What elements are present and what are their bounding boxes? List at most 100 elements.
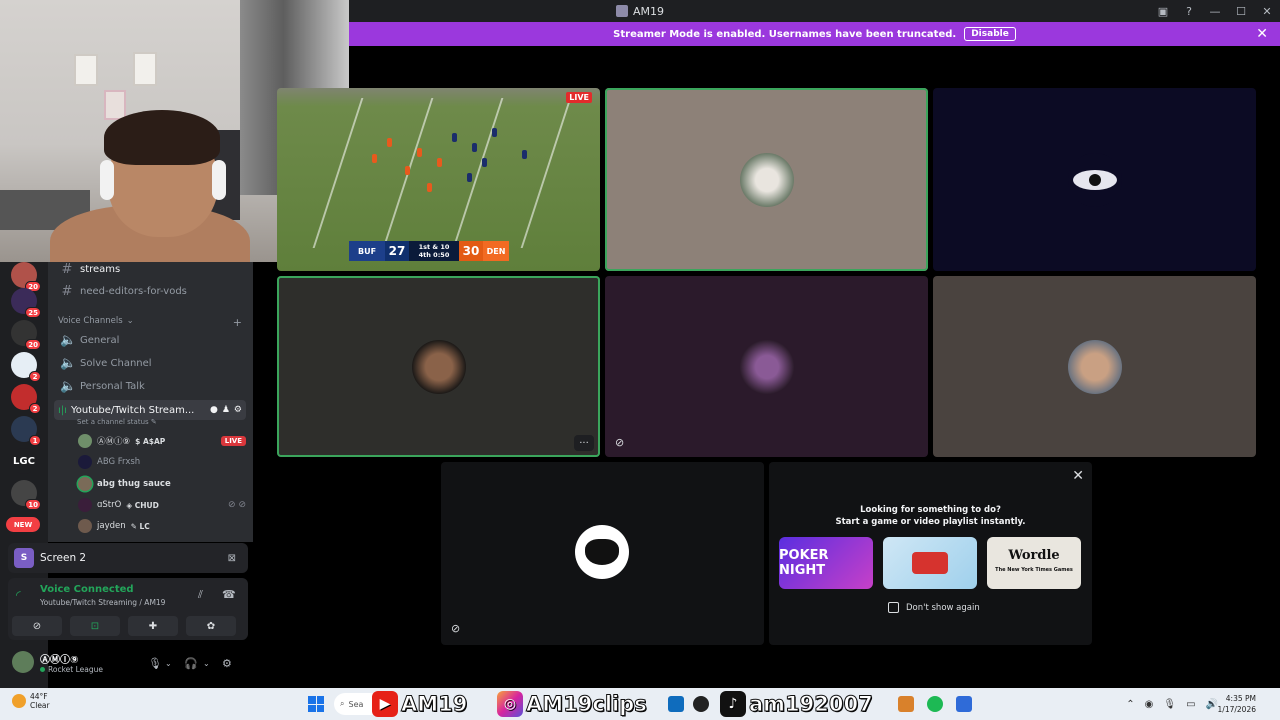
member-activity: $ A$AP xyxy=(135,436,166,446)
member-name: ɑStrO xyxy=(97,500,122,510)
participant-tile[interactable]: ··· xyxy=(277,276,600,457)
dont-show-checkbox[interactable] xyxy=(888,602,899,613)
add-channel-icon[interactable]: + xyxy=(233,316,242,329)
disconnect-icon[interactable]: ☎ xyxy=(222,588,236,601)
channel-streams[interactable]: # streams xyxy=(56,259,246,279)
user-name[interactable]: ⒶⓂⒾ⑨ xyxy=(40,651,78,666)
chevron-up-icon[interactable]: ⌃ xyxy=(1126,699,1134,710)
screen-share-panel[interactable]: S Screen 2 ⊠ xyxy=(8,543,248,573)
voice-member[interactable]: abg thug sauce xyxy=(78,475,246,493)
mention-badge: 1 xyxy=(29,435,41,446)
search-label: Sea xyxy=(348,699,364,709)
gear-icon[interactable]: ⚙ xyxy=(234,405,242,415)
server-icon[interactable]: 2 xyxy=(11,384,41,414)
screen-share-button[interactable]: ⊡ xyxy=(70,616,120,636)
game-card-wordle[interactable]: Wordle The New York Times Games xyxy=(987,537,1081,589)
soundboard-button[interactable]: ✿ xyxy=(186,616,236,636)
server-icon[interactable]: LGC xyxy=(11,448,37,474)
server-icon[interactable]: 20 xyxy=(11,262,41,292)
chevron-down-icon[interactable]: ⌄ xyxy=(203,659,210,668)
server-icon[interactable]: 25 xyxy=(11,288,41,318)
participant-tile[interactable] xyxy=(933,88,1256,271)
maximize-button[interactable]: ☐ xyxy=(1228,0,1254,22)
camera-toggle-button[interactable]: ⊘ xyxy=(12,616,62,636)
home-team: BUF xyxy=(349,241,385,261)
dont-show-again[interactable]: Don't show again xyxy=(888,602,980,613)
voice-member[interactable]: jayden ✎ LC xyxy=(78,517,246,535)
voice-member[interactable]: ɑStrO ◈ CHUD ⊘ ⊘ xyxy=(78,496,246,514)
app-icon[interactable] xyxy=(668,696,684,712)
tray-app-icon[interactable]: ◉ xyxy=(1145,699,1154,710)
volume-icon[interactable]: 🔊 xyxy=(1206,699,1218,710)
clock-date: 1/17/2026 xyxy=(1217,705,1256,714)
away-team: DEN xyxy=(483,241,509,261)
player xyxy=(482,158,487,167)
voice-channel-personal[interactable]: 🔈 Personal Talk xyxy=(56,376,246,396)
minimize-button[interactable]: — xyxy=(1202,0,1228,22)
clock[interactable]: 4:35 PM 1/17/2026 xyxy=(1218,693,1256,715)
server-icon[interactable]: 2 xyxy=(11,352,41,382)
invite-icon[interactable]: ♟ xyxy=(222,405,230,415)
network-icon[interactable]: ▭ xyxy=(1186,699,1195,710)
channel-status[interactable]: Set a channel status ✎ xyxy=(77,418,157,426)
headphones-icon[interactable]: 🎧 xyxy=(184,657,198,670)
weather-widget[interactable]: 44°F Clear xyxy=(12,692,50,710)
user-panel: ⒶⓂⒾ⑨ Rocket League 🎙 ⌄ 🎧 ⌄ ⚙ xyxy=(8,645,248,683)
channel-need-editors[interactable]: # need-editors-for-vods xyxy=(56,281,246,301)
avatar xyxy=(78,498,92,512)
game-card-poker-night[interactable]: POKER NIGHT xyxy=(779,537,873,589)
disable-streamer-mode-button[interactable]: Disable xyxy=(964,27,1016,41)
member-name: abg thug sauce xyxy=(97,479,171,489)
member-name: ABG Frxsh xyxy=(97,457,141,467)
more-options-button[interactable]: ··· xyxy=(574,435,594,451)
voice-channel-solve[interactable]: 🔈 Solve Channel xyxy=(56,353,246,373)
game-card-2[interactable] xyxy=(883,537,977,589)
channel-name: need-editors-for-vods xyxy=(80,285,187,297)
system-tray: ⌃ ◉ 🎙 ▭ 🔊 xyxy=(1126,688,1218,720)
server-icon[interactable]: 20 xyxy=(11,320,41,350)
voice-category[interactable]: Voice Channels ⌄ + xyxy=(58,316,242,329)
server-icon[interactable]: 10 xyxy=(11,480,41,510)
participant-tile[interactable] xyxy=(605,88,928,271)
help-icon[interactable]: ? xyxy=(1176,0,1202,22)
mention-badge: 20 xyxy=(25,339,41,350)
game-clock: 4th 0:50 xyxy=(419,251,450,259)
voice-channel-general[interactable]: 🔈 General xyxy=(56,330,246,350)
chat-icon[interactable]: ● xyxy=(210,405,218,415)
app-icon[interactable] xyxy=(956,696,972,712)
wordle-subtitle: The New York Times Games xyxy=(995,567,1073,573)
player xyxy=(467,173,472,182)
signal-icon[interactable]: ◜ xyxy=(16,588,21,602)
scorebug: BUF 27 1st & 10 4th 0:50 30 DEN xyxy=(349,241,509,261)
tiktok-overlay: ♪ am192007 xyxy=(720,690,873,718)
stream-tile-football[interactable]: LIVE BUF 27 1st & 10 4th 0:50 30 DEN xyxy=(277,88,600,271)
avatar xyxy=(78,434,92,448)
windows-start-icon[interactable] xyxy=(308,696,324,712)
avatar[interactable] xyxy=(12,651,34,673)
app-icon[interactable] xyxy=(898,696,914,712)
noise-suppression-icon[interactable]: ⫽ xyxy=(198,588,203,602)
self-tile[interactable]: ⊘ xyxy=(441,462,764,645)
voice-member[interactable]: ⒶⓂⒾ⑨ $ A$AP LIVE xyxy=(78,432,246,450)
chevron-down-icon[interactable]: ⌄ xyxy=(165,659,172,668)
participant-tile[interactable]: ⊘ xyxy=(605,276,928,457)
close-window-button[interactable]: ✕ xyxy=(1254,0,1280,22)
voice-channel-active[interactable]: ı|ı Youtube/Twitch Stream... ● ♟ ⚙ xyxy=(54,400,246,420)
voice-status[interactable]: Voice Connected xyxy=(40,584,134,595)
participant-tile[interactable] xyxy=(933,276,1256,457)
activities-button[interactable]: ✚ xyxy=(128,616,178,636)
voice-member[interactable]: ABG Frxsh xyxy=(78,453,246,471)
spotify-icon[interactable] xyxy=(927,696,943,712)
microphone-icon[interactable]: 🎙 xyxy=(148,657,162,670)
microphone-icon[interactable]: 🎙 xyxy=(1163,699,1176,710)
server-icon[interactable]: 1 xyxy=(11,416,41,446)
inbox-icon[interactable]: ▣ xyxy=(1150,0,1176,22)
activity-text: LC xyxy=(139,521,150,531)
youtube-icon: ▶ xyxy=(372,691,398,717)
live-badge: LIVE xyxy=(220,436,246,446)
gear-icon[interactable]: ⚙ xyxy=(222,657,232,670)
stop-share-icon[interactable]: ⊠ xyxy=(228,553,236,564)
close-icon[interactable]: ✕ xyxy=(1256,26,1268,42)
app-icon[interactable] xyxy=(693,696,709,712)
close-icon[interactable]: ✕ xyxy=(1072,468,1084,484)
